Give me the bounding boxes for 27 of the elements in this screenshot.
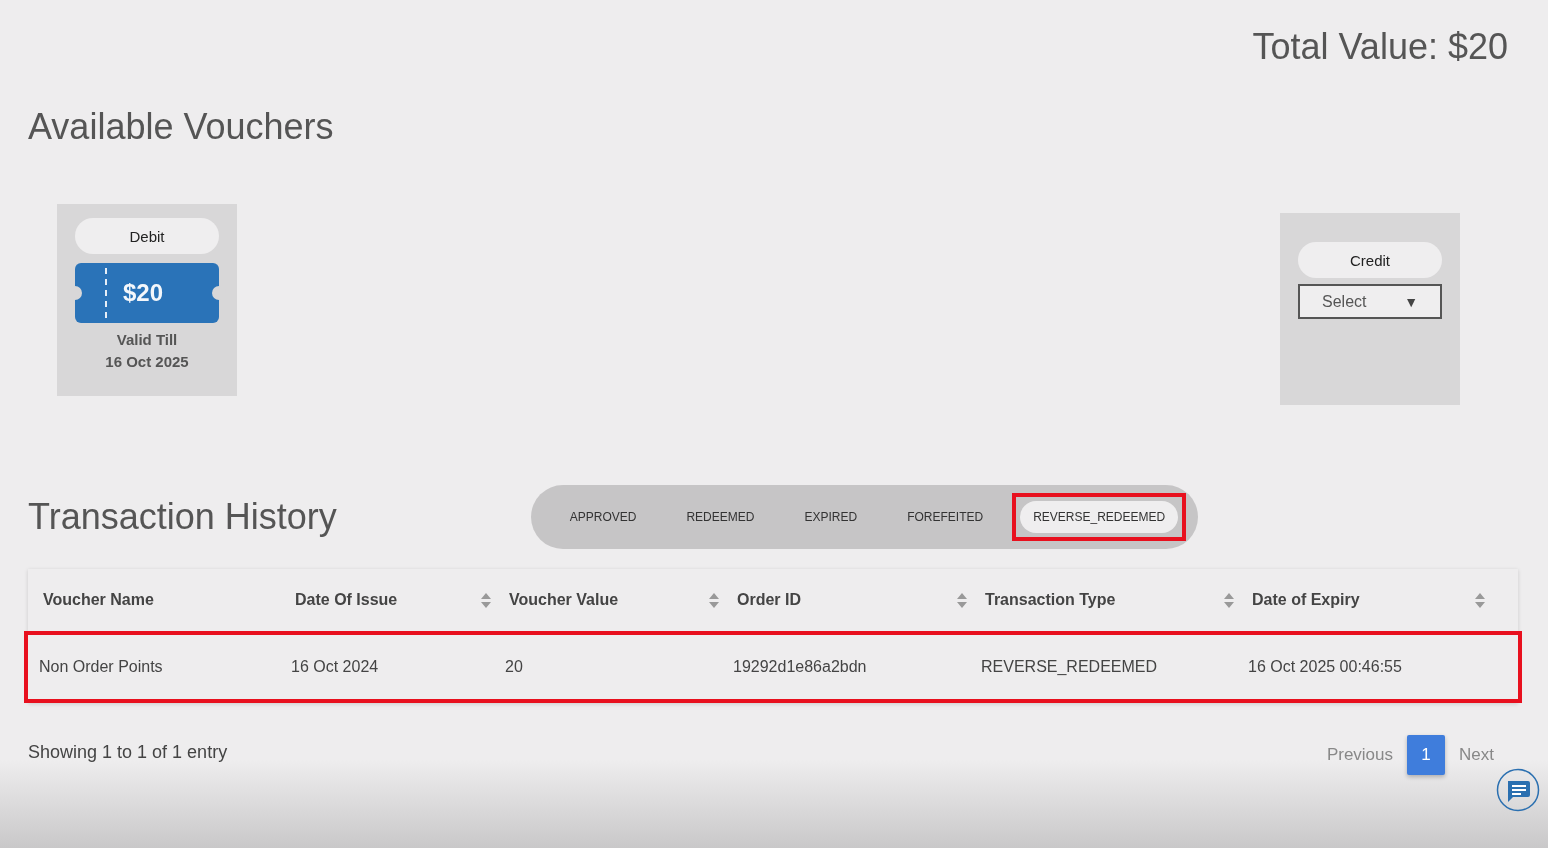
valid-date: 16 Oct 2025 — [105, 353, 189, 370]
column-header[interactable]: Voucher Value — [509, 591, 619, 609]
column-header[interactable]: Date Of Issue — [295, 591, 398, 609]
column-header[interactable]: Voucher Name — [43, 591, 154, 609]
column-header[interactable]: Order ID — [737, 591, 801, 609]
debit-label: Debit — [75, 218, 219, 254]
section-title: Transaction History — [28, 496, 337, 538]
page-button[interactable]: 1 — [1407, 735, 1446, 775]
total-value: Total Value: $20 — [1252, 26, 1508, 68]
status-tab[interactable]: FOREFEITED — [886, 493, 1005, 541]
valid-label: Valid Till — [116, 331, 178, 348]
status-tab[interactable]: APPROVED — [548, 493, 658, 541]
entries-info: Showing 1 to 1 of 1 entry — [28, 741, 228, 763]
column-header[interactable]: Date of Expiry — [1252, 591, 1360, 609]
table-cell-text: REVERSE_REDEEMED — [981, 658, 1159, 676]
column-header[interactable]: Transaction Type — [985, 591, 1116, 609]
credit-label: Credit — [1298, 242, 1442, 278]
status-tab[interactable]: REDEEMED — [665, 493, 776, 541]
select-dropdown[interactable]: Select ▼ — [1298, 284, 1442, 319]
table-cell-text: 19292d1e86a2bdn — [733, 658, 868, 676]
table-cell-text: Non Order Points — [39, 658, 164, 676]
table-cell-text: 16 Oct 2024 — [291, 658, 380, 676]
status-tab[interactable]: EXPIRED — [783, 493, 879, 541]
section-title: Available Vouchers — [28, 106, 335, 148]
table-cell-text: 16 Oct 2025 00:46:55 — [1248, 658, 1403, 676]
table-cell-text: 20 — [505, 658, 524, 676]
highlight-frame[interactable]: REVERSE_REDEEMED — [1012, 493, 1187, 541]
